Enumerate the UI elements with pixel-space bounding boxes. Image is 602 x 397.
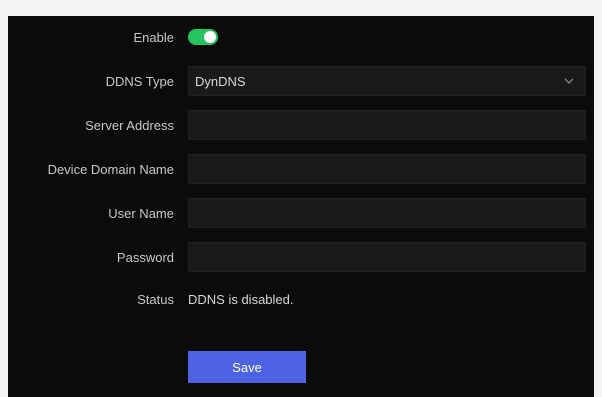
password-input[interactable] [188, 242, 586, 272]
status-value: DDNS is disabled. [188, 292, 294, 307]
user-name-label: User Name [108, 206, 174, 221]
enable-label: Enable [133, 30, 174, 45]
user-name-input[interactable] [188, 198, 586, 228]
toggle-knob [204, 31, 216, 43]
ddns-type-value: DynDNS [195, 74, 246, 89]
ddns-type-select[interactable]: DynDNS [188, 66, 586, 96]
server-address-input[interactable] [188, 110, 586, 140]
server-address-label: Server Address [85, 118, 174, 133]
chevron-down-icon [564, 78, 574, 84]
ddns-type-label: DDNS Type [105, 74, 174, 89]
device-domain-name-input[interactable] [188, 154, 586, 184]
enable-toggle[interactable] [188, 29, 218, 45]
password-label: Password [116, 250, 174, 265]
save-button[interactable]: Save [188, 351, 306, 383]
ddns-settings-panel: Enable DDNS Type DynDNS Server Address D… [8, 16, 594, 397]
status-label: Status [137, 292, 174, 307]
device-domain-name-label: Device Domain Name [47, 162, 174, 177]
